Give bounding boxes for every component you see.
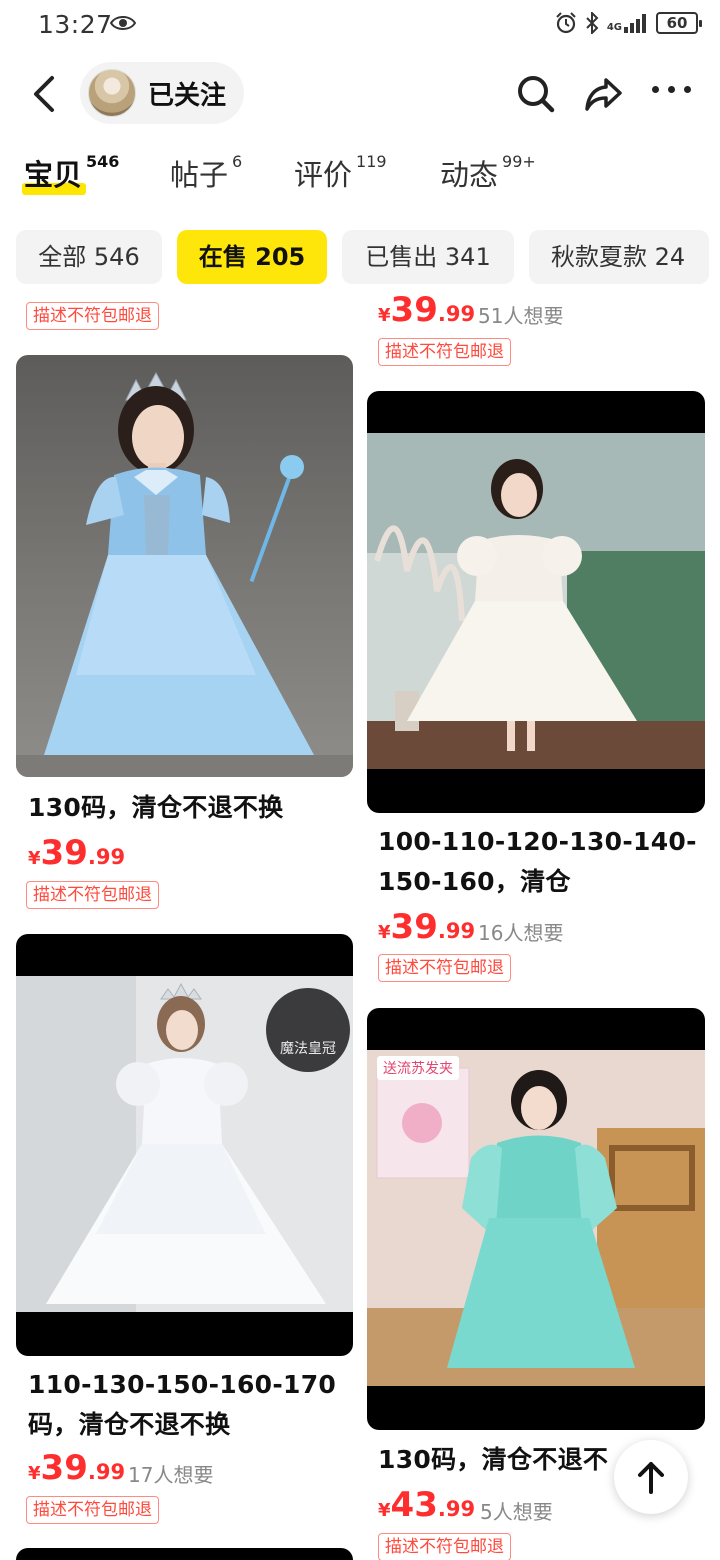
price: ¥39.99 [378, 290, 476, 330]
return-policy-tag: 描述不符包邮退 [378, 338, 511, 366]
tab-count: 6 [232, 152, 243, 171]
product-title-line[interactable]: 100-110-120-130-140- [378, 822, 697, 862]
return-policy-tag: 描述不符包邮退 [378, 954, 511, 982]
return-policy-tag: 描述不符包邮退 [378, 1533, 511, 1560]
return-policy-tag: 描述不符包邮退 [26, 1496, 159, 1524]
search-icon[interactable] [514, 72, 558, 116]
tab-count: 119 [356, 152, 387, 171]
tab-label: 帖子 [170, 158, 229, 192]
signal-icon [624, 14, 646, 33]
tab-activity[interactable]: 动态 99+ [440, 150, 536, 200]
tab-label: 宝贝 [24, 158, 83, 192]
return-policy-tag: 描述不符包邮退 [26, 881, 159, 909]
white-puff-dress-photo [367, 433, 705, 769]
product-title-line[interactable]: 码，清仓不退不换 [28, 1405, 230, 1445]
tab-posts[interactable]: 帖子 6 [170, 150, 242, 200]
wants-count: 51人想要 [478, 304, 564, 328]
tab-label: 评价 [294, 158, 353, 192]
filter-sold[interactable]: 已售出 341 [342, 230, 514, 284]
back-arrow-icon[interactable] [26, 72, 66, 116]
tab-count: 99+ [502, 152, 536, 171]
bluetooth-icon [586, 12, 599, 34]
avatar[interactable] [88, 69, 136, 117]
battery-icon: 60 [656, 12, 702, 34]
price: ¥43.99 [378, 1485, 476, 1525]
product-image[interactable]: 送流苏发夹 [367, 1008, 705, 1430]
network-type: 4G [606, 22, 622, 33]
tab-label: 动态 [440, 158, 499, 192]
filter-on-sale[interactable]: 在售 205 [177, 230, 327, 284]
status-bar: 13:27 4G 60 [0, 0, 720, 52]
product-image[interactable] [16, 355, 353, 777]
top-nav: 已关注 [0, 56, 720, 132]
product-grid: 描述不符包邮退 ¥39.99 51人想要 描述不符包邮退 130码，清仓不退不换… [0, 290, 720, 1560]
eye-icon [110, 16, 136, 30]
follow-status-button[interactable]: 已关注 [80, 62, 244, 124]
status-icons: 4G 60 [555, 12, 702, 34]
more-icon[interactable] [652, 86, 696, 100]
section-tabs: 宝贝 546 帖子 6 评价 119 动态 99+ [0, 150, 720, 210]
wants-count: 5人想要 [480, 1500, 553, 1524]
alarm-icon [556, 12, 576, 34]
wants-count: 16人想要 [478, 921, 564, 945]
status-time: 13:27 [38, 10, 113, 39]
tab-count: 546 [86, 152, 120, 171]
price: ¥39.99 [28, 1448, 126, 1488]
product-title-line[interactable]: 110-130-150-160-170 [28, 1365, 336, 1405]
product-title[interactable]: 130码，清仓不退不 [378, 1440, 608, 1480]
filter-season[interactable]: 秋款夏款 24 [529, 230, 709, 284]
image-badge: 送流苏发夹 [377, 1056, 459, 1080]
filter-all[interactable]: 全部 546 [16, 230, 162, 284]
filter-chips: 全部 546 在售 205 已售出 341 秋款夏款 24 [0, 230, 720, 286]
price: ¥39.99 [28, 833, 126, 873]
share-icon[interactable] [582, 72, 626, 116]
product-image[interactable] [16, 1548, 353, 1560]
product-title-line[interactable]: 150-160，清仓 [378, 862, 571, 902]
arrow-up-icon [638, 1462, 664, 1494]
return-policy-tag: 描述不符包邮退 [26, 302, 159, 330]
tab-products[interactable]: 宝贝 546 [24, 150, 119, 200]
blue-princess-dress-photo [16, 371, 353, 777]
price: ¥39.99 [378, 907, 476, 947]
wants-count: 17人想要 [128, 1463, 214, 1487]
scroll-to-top-button[interactable] [614, 1440, 688, 1514]
tab-reviews[interactable]: 评价 119 [294, 150, 387, 200]
image-badge: 魔法皇冠 [266, 988, 350, 1072]
follow-status-label: 已关注 [148, 80, 227, 111]
product-title[interactable]: 130码，清仓不退不换 [28, 788, 284, 828]
product-image[interactable]: 魔法皇冠 [16, 934, 353, 1356]
product-image[interactable] [367, 391, 705, 813]
